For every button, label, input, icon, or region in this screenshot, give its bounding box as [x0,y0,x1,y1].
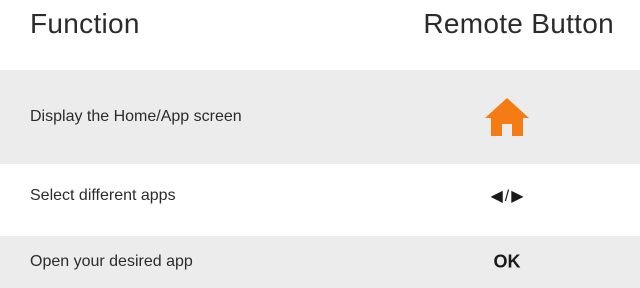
arrow-separator: / [504,188,510,205]
right-arrow-icon: ▶ [511,188,524,205]
table-row: Open your desired app OK [0,236,640,288]
left-arrow-icon: ◀ [490,188,503,205]
remote-button-column-header: Remote Button [423,8,614,39]
home-icon [485,98,529,136]
function-column-header: Function [30,8,140,39]
table-row: Select different apps ◀ / ▶ [0,172,640,220]
function-label: Open your desired app [30,253,193,270]
function-label: Display the Home/App screen [30,108,242,125]
function-label: Select different apps [30,187,176,204]
table-row: Display the Home/App screen [0,70,640,164]
ok-key-label: OK [493,251,521,272]
left-right-arrow-keys: ◀ / ▶ [459,186,555,206]
table-header: Function Remote Button [0,0,640,68]
